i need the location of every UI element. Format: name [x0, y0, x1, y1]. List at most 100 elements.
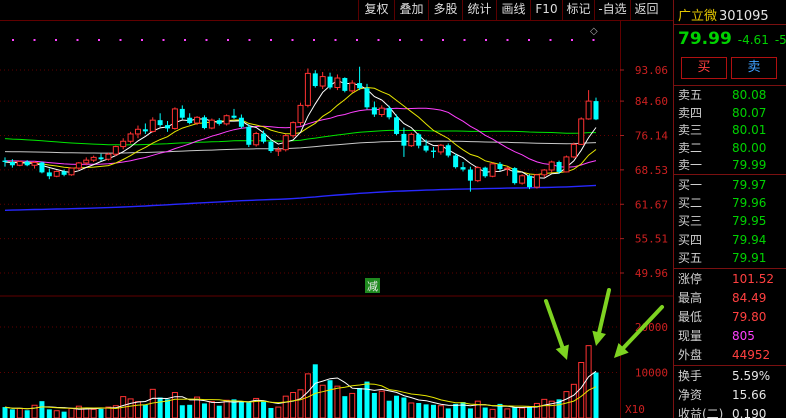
volume-bar [519, 407, 526, 418]
volume-bar [46, 409, 52, 418]
candle-body [39, 162, 45, 173]
multi-stock-button[interactable]: 多股 [428, 0, 462, 20]
ask-label: 卖二 [678, 140, 703, 155]
price-change: -4.61 [737, 33, 769, 47]
sell-button[interactable]: 卖 [731, 57, 777, 79]
bid-row[interactable]: 买三 79.95 [678, 213, 786, 230]
volume-bar [282, 395, 289, 418]
signal-dot [442, 39, 444, 41]
bid-price: 79.94 [732, 232, 767, 247]
volume-bar [216, 405, 222, 418]
buy-button[interactable]: 买 [681, 57, 727, 79]
stat-row: 净资 15.66 [678, 386, 786, 404]
candle-body [83, 159, 90, 164]
signal-dot [76, 39, 79, 41]
bid-price: 79.96 [732, 196, 767, 211]
volume-bar [297, 389, 304, 418]
candle-body [378, 107, 385, 115]
price-axis-label: 84.60 [635, 95, 668, 108]
candle-body [157, 120, 163, 126]
candle-body [504, 167, 511, 170]
candle-body [24, 161, 30, 166]
candle-body [319, 76, 326, 87]
reduce-marker: 减 [367, 280, 378, 293]
restore-rights-button[interactable]: 复权 [358, 0, 394, 20]
candle-body [430, 150, 436, 152]
stat-value: 805 [732, 329, 755, 343]
candle-body [2, 160, 8, 162]
candle-body [519, 175, 526, 184]
bid-row[interactable]: 买四 79.94 [678, 232, 786, 249]
ask-label: 卖一 [678, 158, 703, 172]
candle-body [394, 117, 400, 134]
candle-body [453, 155, 459, 168]
volume-bar [467, 408, 473, 418]
volume-bar [585, 345, 592, 418]
candle-body [533, 174, 540, 188]
candle-body [268, 141, 274, 152]
stat-row: 涨停 101.52 [678, 270, 786, 288]
price-row: 79.99 -4.61 -5. [678, 29, 786, 49]
signal-dot [184, 39, 186, 41]
candle-body [98, 157, 104, 160]
remove-watchlist-button[interactable]: -自选 [594, 0, 630, 20]
volume-bar [31, 404, 38, 418]
volume-bar [453, 403, 459, 418]
bid-row[interactable]: 买一 79.97 [678, 177, 786, 194]
bid-row[interactable]: 买二 79.96 [678, 195, 786, 212]
volume-bar [349, 392, 356, 418]
signal-dot [291, 39, 294, 41]
volume-bar [268, 407, 274, 418]
draw-line-button[interactable]: 画线 [496, 0, 530, 20]
stock-code: 301095 [719, 9, 769, 24]
signal-dot [98, 39, 100, 41]
ask-row[interactable]: 卖三 80.01 [678, 122, 786, 139]
ma5-line [4, 79, 597, 179]
candle-body [31, 161, 38, 166]
ask-row[interactable]: 卖五 80.08 [678, 87, 786, 104]
back-button[interactable]: 返回 [630, 0, 662, 20]
ask-row[interactable]: 卖四 80.07 [678, 105, 786, 122]
candle-body [68, 167, 75, 176]
volume-bar [246, 402, 252, 418]
candle-body [201, 117, 207, 129]
candle-body [90, 156, 97, 161]
volume-bar [16, 407, 23, 418]
stat-value: 44952 [732, 348, 771, 362]
volume-bar [290, 392, 297, 418]
bid-row[interactable]: 买五 79.91 [678, 250, 786, 267]
stat-label: 净资 [678, 388, 703, 402]
candle-body [187, 117, 193, 124]
volume-bar [504, 408, 511, 418]
volume-bar [105, 406, 112, 418]
signal-dot [33, 39, 36, 41]
ask-price: 80.08 [732, 88, 767, 102]
ask-row[interactable]: 卖一 79.99 [678, 157, 786, 174]
volume-bar [541, 398, 548, 418]
candle-body [127, 133, 134, 142]
kline-chart[interactable]: 93.0684.6076.1468.5361.6755.5149.9620000… [0, 20, 673, 418]
stat-label: 换手 [678, 369, 703, 383]
candle-body [467, 169, 473, 181]
stock-name[interactable]: 广立微 [678, 9, 717, 24]
statistics-button[interactable]: 统计 [462, 0, 496, 20]
ask-row[interactable]: 卖二 80.00 [678, 140, 786, 157]
volume-bar [489, 408, 496, 418]
ask-label: 卖三 [678, 123, 703, 137]
candle-body [179, 108, 185, 118]
candle-body [208, 119, 215, 129]
volume-bar [208, 401, 215, 418]
annotation-arrowhead [592, 330, 606, 346]
mark-button[interactable]: 标记 [562, 0, 594, 20]
candle-body [46, 172, 52, 177]
volume-bar [408, 402, 415, 418]
overlay-button[interactable]: 叠加 [394, 0, 428, 20]
volume-bar [261, 401, 267, 418]
volume-bar [401, 397, 407, 418]
volume-bar [482, 407, 488, 418]
f10-button[interactable]: F10 [530, 0, 562, 20]
stat-label: 最高 [678, 291, 703, 305]
signal-dot [356, 39, 358, 41]
signal-dot [270, 39, 272, 41]
candle-body [290, 122, 297, 137]
